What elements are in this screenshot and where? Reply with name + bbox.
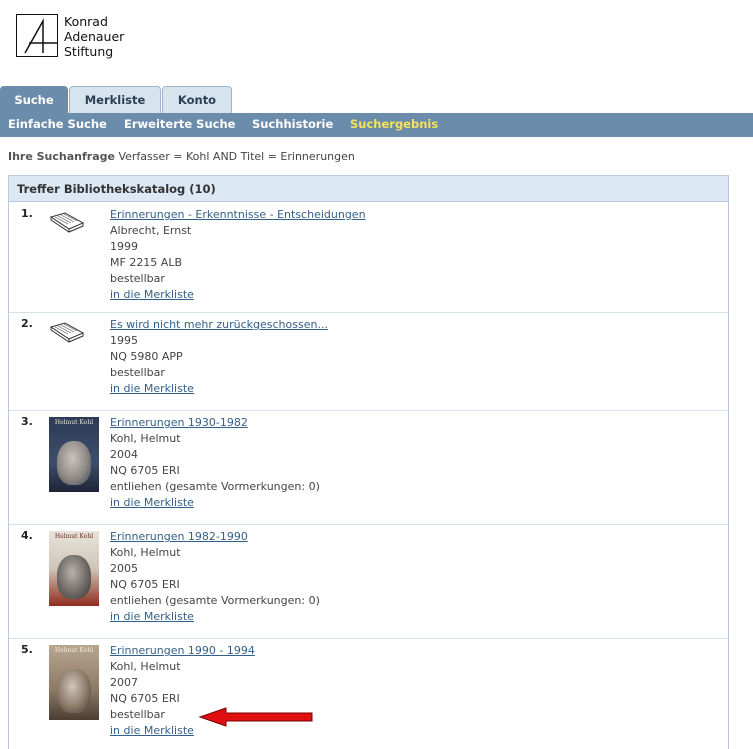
add-to-merkliste-link[interactable]: in die Merkliste (110, 495, 320, 511)
tab-suche[interactable]: Suche (0, 86, 68, 113)
result-info: Erinnerungen 1982-1990 Kohl, Helmut 2005… (110, 529, 320, 625)
result-number: 4. (21, 529, 33, 542)
book-cover-thumbnail[interactable]: Helmut Kohl (49, 645, 99, 720)
search-query-value: Verfasser = Kohl AND Titel = Erinnerunge… (118, 150, 355, 163)
result-info: Erinnerungen - Erkenntnisse - Entscheidu… (110, 207, 366, 303)
logo-line-3: Stiftung (64, 44, 114, 59)
add-to-merkliste-link[interactable]: in die Merkliste (110, 381, 328, 397)
add-to-merkliste-link[interactable]: in die Merkliste (110, 287, 366, 303)
logo-mark-icon (16, 14, 58, 57)
logo-text: Konrad Adenauer Stiftung (64, 14, 124, 59)
result-status: bestellbar (110, 366, 165, 379)
cover-caption: Helmut Kohl (54, 647, 94, 654)
result-title-link[interactable]: Erinnerungen 1982-1990 (110, 529, 320, 545)
result-number: 5. (21, 643, 33, 656)
result-item: 2. Es wird nicht mehr zurückgeschossen..… (9, 312, 728, 411)
result-author: Albrecht, Ernst (110, 224, 192, 237)
result-year: 2005 (110, 562, 138, 575)
result-item: 5. Helmut Kohl Erinnerungen 1990 - 1994 … (9, 638, 728, 749)
result-signature: MF 2215 ALB (110, 256, 183, 269)
result-year: 1999 (110, 240, 138, 253)
search-query-label: Ihre Suchanfrage (8, 150, 115, 163)
result-title-link[interactable]: Erinnerungen 1930-1982 (110, 415, 320, 431)
book-cover-thumbnail[interactable]: Helmut Kohl (49, 531, 99, 606)
result-year: 2007 (110, 676, 138, 689)
result-signature: NQ 5980 APP (110, 350, 183, 363)
result-number: 2. (21, 317, 33, 330)
result-item: 3. Helmut Kohl Erinnerungen 1930-1982 Ko… (9, 410, 728, 525)
cover-caption: Helmut Kohl (54, 533, 94, 540)
result-signature: NQ 6705 ERI (110, 464, 180, 477)
search-query: Ihre Suchanfrage Verfasser = Kohl AND Ti… (8, 150, 355, 163)
result-number: 1. (21, 207, 33, 220)
result-item: 1. Erinnerungen - Erkenntnisse - Entsche… (9, 203, 728, 313)
result-author: Kohl, Helmut (110, 546, 181, 559)
result-year: 2004 (110, 448, 138, 461)
subnav-erweiterte-suche[interactable]: Erweiterte Suche (124, 117, 235, 131)
result-info: Erinnerungen 1930-1982 Kohl, Helmut 2004… (110, 415, 320, 511)
logo-line-1: Konrad (64, 14, 108, 29)
result-author: Kohl, Helmut (110, 660, 181, 673)
cover-caption: Helmut Kohl (54, 419, 94, 426)
result-title-link[interactable]: Es wird nicht mehr zurückgeschossen... (110, 317, 328, 333)
results-panel: Treffer Bibliothekskatalog (10) 1. Erinn… (8, 175, 729, 749)
tab-merkliste[interactable]: Merkliste (69, 86, 161, 113)
result-title-link[interactable]: Erinnerungen 1990 - 1994 (110, 643, 255, 659)
result-status: entliehen (gesamte Vormerkungen: 0) (110, 594, 320, 607)
subnav-suchergebnis[interactable]: Suchergebnis (350, 117, 438, 131)
result-number: 3. (21, 415, 33, 428)
logo[interactable]: Konrad Adenauer Stiftung (16, 14, 146, 64)
main-tabs: Suche Merkliste Konto (0, 86, 753, 113)
result-status: entliehen (gesamte Vormerkungen: 0) (110, 480, 320, 493)
tab-konto[interactable]: Konto (162, 86, 232, 113)
result-signature: NQ 6705 ERI (110, 578, 180, 591)
result-info: Es wird nicht mehr zurückgeschossen... 1… (110, 317, 328, 397)
result-author: Kohl, Helmut (110, 432, 181, 445)
results-header: Treffer Bibliothekskatalog (10) (9, 176, 728, 202)
result-signature: NQ 6705 ERI (110, 692, 180, 705)
book-cover-thumbnail[interactable]: Helmut Kohl (49, 417, 99, 492)
subnav-suchhistorie[interactable]: Suchhistorie (252, 117, 333, 131)
result-status: bestellbar (110, 272, 165, 285)
logo-line-2: Adenauer (64, 29, 125, 44)
result-year: 1995 (110, 334, 138, 347)
subnav-einfache-suche[interactable]: Einfache Suche (8, 117, 107, 131)
red-arrow-icon (198, 706, 316, 731)
result-item: 4. Helmut Kohl Erinnerungen 1982-1990 Ko… (9, 524, 728, 639)
sub-navigation: Einfache Suche Erweiterte Suche Suchhist… (0, 113, 753, 137)
add-to-merkliste-link[interactable]: in die Merkliste (110, 609, 320, 625)
book-icon (49, 319, 85, 348)
book-icon (49, 209, 85, 238)
result-title-link[interactable]: Erinnerungen - Erkenntnisse - Entscheidu… (110, 207, 366, 223)
